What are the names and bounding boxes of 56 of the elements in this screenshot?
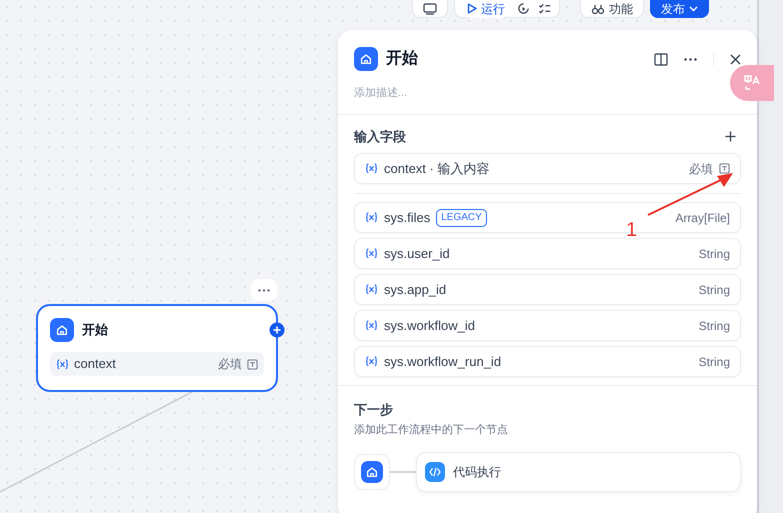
text-input-icon — [247, 358, 258, 370]
required-label: 必填 — [689, 160, 713, 178]
more-button[interactable] — [251, 279, 277, 301]
home-icon — [50, 318, 74, 342]
close-icon[interactable] — [730, 54, 741, 64]
variable-name: sys.workflow_run_id — [384, 352, 502, 371]
section-title: 下一步 — [354, 401, 393, 419]
variable-type: String — [698, 282, 730, 298]
code-icon — [425, 462, 445, 482]
variable-name: context · 输入内容 — [384, 160, 490, 178]
variable-icon — [365, 320, 378, 331]
next-node[interactable]: 代码执行 — [416, 452, 741, 492]
variable-name: sys.workflow_id — [384, 316, 476, 335]
variable-name: sys.files — [384, 208, 430, 227]
checklist-icon[interactable] — [538, 2, 551, 15]
next-node-title: 代码执行 — [453, 464, 501, 481]
variable-icon — [365, 163, 378, 174]
add-node-icon[interactable] — [269, 322, 285, 338]
node-title: 开始 — [82, 321, 108, 340]
connector-line — [390, 471, 416, 473]
more-icon — [258, 288, 270, 292]
history-icon[interactable] — [517, 2, 530, 15]
variable-type: String — [698, 318, 730, 334]
chevron-down-icon — [689, 6, 698, 12]
variable-icon — [56, 358, 69, 370]
variable-type: String — [698, 354, 730, 370]
required-label: 必填 — [218, 356, 242, 373]
workflow-node[interactable]: 开始 context 必填 — [36, 304, 278, 392]
legacy-tag: LEGACY — [436, 208, 487, 226]
section-description: 添加此工作流程中的下一个节点 — [354, 422, 509, 438]
publish-button[interactable]: 发布 — [650, 0, 709, 18]
text-input-icon — [719, 163, 730, 174]
input-field-row[interactable]: context · 输入内容 必填 — [354, 153, 741, 184]
variable-icon — [365, 248, 378, 259]
env-button[interactable] — [412, 0, 448, 18]
add-icon[interactable] — [725, 130, 736, 142]
panel-title: 开始 — [386, 49, 418, 69]
home-icon — [361, 461, 383, 483]
home-icon — [354, 47, 378, 71]
variable-name: sys.user_id — [384, 244, 450, 263]
more-icon[interactable] — [684, 58, 697, 60]
variable-type: Array[File] — [675, 210, 730, 226]
variable-name: sys.app_id — [384, 280, 446, 299]
env-icon — [423, 2, 437, 14]
variable-type: String — [698, 246, 730, 262]
translate-icon — [743, 74, 761, 92]
variable-icon — [365, 284, 378, 295]
play-icon — [467, 3, 477, 14]
annotation-label: 1 — [626, 220, 638, 240]
features-button[interactable]: 功能 — [580, 0, 644, 18]
variable-name: context — [74, 355, 116, 374]
features-icon — [591, 2, 605, 14]
book-icon[interactable] — [654, 52, 668, 66]
variable-icon — [365, 212, 378, 223]
variable-icon — [365, 356, 378, 367]
section-title: 输入字段 — [354, 128, 406, 146]
